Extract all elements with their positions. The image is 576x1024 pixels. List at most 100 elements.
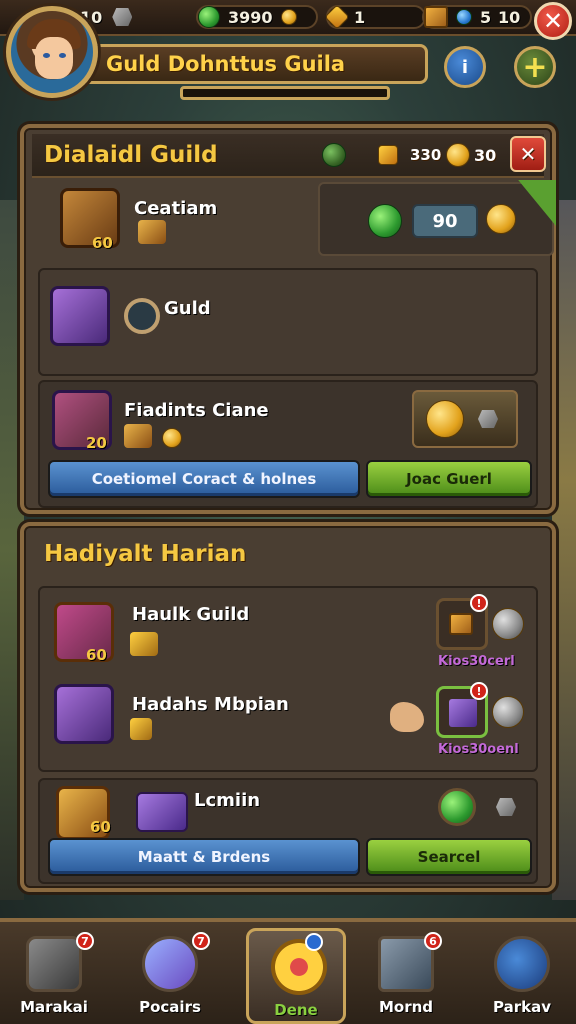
item-tag: 60 bbox=[86, 646, 107, 664]
nav-item-dene[interactable]: Dene bbox=[246, 928, 346, 1024]
crystal-icon bbox=[142, 936, 198, 992]
join-guild-button-label: Joac Guerl bbox=[406, 470, 492, 488]
header-value-a: 330 bbox=[410, 146, 442, 164]
alert-badge: ! bbox=[470, 594, 488, 612]
gold-piece-icon bbox=[130, 718, 152, 740]
gold-ingot-icon bbox=[130, 632, 158, 656]
silver-coin-icon bbox=[492, 696, 524, 728]
guild-name: Guld Dohnttus Guila bbox=[106, 52, 346, 76]
list-item[interactable]: 20 Fiadints Ciane Coetiomel Coract & hol… bbox=[38, 380, 538, 508]
harian-panel-title: Hadiyalt Harian bbox=[44, 541, 247, 567]
item-tag: 60 bbox=[90, 818, 111, 836]
reward-box: 90 bbox=[318, 180, 556, 256]
alert-badge: ! bbox=[470, 682, 488, 700]
coin-icon bbox=[162, 428, 182, 448]
nav-item-mornd[interactable]: 6 Mornd bbox=[356, 928, 456, 1024]
guild-name-plate: Guld Dohnttus Guila bbox=[86, 44, 428, 84]
guild-panel-header: Dialaidl Guild 330 30 ✕ bbox=[32, 134, 546, 178]
harian-list: 60 Haulk Guild ! Kios30cerl Hadahs Mbpia… bbox=[38, 586, 538, 772]
crate-count: 5 bbox=[480, 7, 492, 27]
item-title: Hadahs Mbpian bbox=[132, 694, 289, 715]
list-item[interactable]: 60 Ceatiam 90 bbox=[38, 180, 556, 262]
nav-label: Mornd bbox=[378, 998, 434, 1016]
stone-icon bbox=[496, 798, 516, 816]
guild-progress-bar bbox=[180, 86, 390, 100]
bottom-navigation: 7 Marakai 7 Pocairs Dene 6 Mornd Parkav bbox=[0, 918, 576, 1024]
join-guild-button[interactable]: Joac Guerl bbox=[366, 460, 532, 498]
item-subtext: Kios30cerl bbox=[438, 654, 515, 669]
guild-panel-title: Dialaidl Guild bbox=[44, 142, 218, 168]
guild-profile-bar: Guld Dohnttus Guila i + bbox=[0, 6, 576, 100]
gold-piece-icon bbox=[124, 424, 152, 448]
info-icon: i bbox=[461, 56, 469, 78]
energy-count: 10 bbox=[498, 7, 521, 27]
stone-icon bbox=[112, 8, 133, 26]
avatar-eye-right bbox=[59, 53, 66, 58]
nav-item-pocairs[interactable]: 7 Pocairs bbox=[120, 928, 220, 1024]
panel-close-button[interactable]: ✕ bbox=[510, 136, 546, 172]
guild-info-button[interactable]: i bbox=[444, 46, 486, 88]
gem-resource[interactable]: 3990 bbox=[196, 4, 318, 30]
item-title: Ceatiam bbox=[134, 198, 218, 219]
item-title: Fiadints Ciane bbox=[124, 400, 269, 421]
gem-count: 3990 bbox=[228, 7, 273, 27]
clock-icon bbox=[322, 143, 346, 167]
item-subtext: Kios30oenl bbox=[438, 742, 519, 757]
nav-badge bbox=[305, 933, 323, 951]
crate-icon bbox=[449, 613, 473, 635]
close-button[interactable]: ✕ bbox=[534, 2, 572, 40]
search-button[interactable]: Searcel bbox=[366, 838, 532, 876]
reward-value: 90 bbox=[412, 204, 478, 238]
harian-panel-header: Hadiyalt Harian bbox=[32, 532, 544, 576]
blue-gem-icon bbox=[456, 9, 472, 25]
plus-icon: + bbox=[522, 49, 548, 85]
key-icon bbox=[324, 4, 350, 30]
reward-slot[interactable] bbox=[412, 390, 518, 448]
nav-label: Pocairs bbox=[139, 998, 201, 1016]
nav-label: Marakai bbox=[20, 998, 88, 1016]
item-tag: 20 bbox=[86, 434, 107, 452]
coin-small-icon bbox=[280, 9, 297, 25]
silver-coin-icon bbox=[492, 608, 524, 640]
list-item[interactable]: 60 Lcmiin Maatt & Brdens Searcel bbox=[38, 778, 538, 884]
harian-panel: Hadiyalt Harian 60 Haulk Guild ! Kios30c… bbox=[20, 522, 556, 892]
nav-item-market[interactable]: 7 Marakai bbox=[4, 928, 104, 1024]
avatar-face bbox=[35, 37, 73, 79]
guild-knight-icon bbox=[50, 286, 110, 346]
nav-badge: 6 bbox=[424, 932, 442, 950]
avatar-eye-left bbox=[43, 53, 50, 58]
gold-medal-icon bbox=[426, 400, 464, 438]
gold-bar-icon bbox=[378, 145, 398, 165]
item-title: Lcmiin bbox=[194, 790, 261, 811]
list-item[interactable]: Guld bbox=[38, 268, 538, 376]
search-button-label: Searcel bbox=[417, 848, 481, 866]
nav-item-parkav[interactable]: Parkav bbox=[472, 928, 572, 1024]
treasure-cart-icon bbox=[54, 684, 114, 744]
energy-resource: 10 bbox=[498, 4, 520, 30]
purple-chest-icon bbox=[136, 792, 188, 832]
green-gem-icon[interactable] bbox=[438, 788, 476, 826]
contract-button-label: Coetiomel Coract & holnes bbox=[91, 470, 317, 488]
gem-icon bbox=[198, 6, 220, 28]
coin-reward-icon bbox=[486, 204, 516, 234]
material-icon bbox=[138, 220, 166, 244]
nav-label: Parkav bbox=[493, 998, 551, 1016]
match-button-label: Maatt & Brdens bbox=[137, 848, 271, 866]
nav-label: Dene bbox=[274, 1001, 318, 1019]
add-button[interactable]: + bbox=[514, 46, 556, 88]
coin-icon bbox=[446, 143, 470, 167]
hand-pointer-icon bbox=[390, 702, 424, 732]
item-tag: 60 bbox=[92, 234, 113, 252]
contract-button[interactable]: Coetiomel Coract & holnes bbox=[48, 460, 360, 498]
blue-orb-icon bbox=[494, 936, 550, 992]
avatar[interactable] bbox=[6, 6, 98, 98]
key-resource[interactable]: 1 bbox=[324, 4, 426, 30]
header-value-b: 30 bbox=[474, 145, 497, 165]
nav-badge: 7 bbox=[76, 932, 94, 950]
frame-icon bbox=[26, 936, 82, 992]
match-button[interactable]: Maatt & Brdens bbox=[48, 838, 360, 876]
key-count: 1 bbox=[354, 7, 366, 27]
gem-reward-icon bbox=[368, 204, 402, 238]
purple-cube-icon bbox=[449, 699, 477, 727]
magnifier-icon bbox=[124, 298, 160, 334]
